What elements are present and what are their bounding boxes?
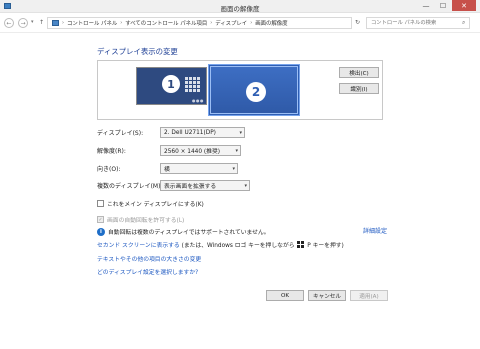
minimize-button[interactable]: —: [418, 0, 434, 11]
search-icon: ⌕: [462, 19, 466, 26]
which-settings-link[interactable]: どのディスプレイ設定を選択しますか?: [97, 267, 198, 276]
multiple-displays-label: 複数のディスプレイ(M):: [97, 183, 163, 190]
identify-button[interactable]: 識別(I): [339, 83, 379, 94]
forward-button[interactable]: →: [18, 18, 28, 28]
chevron-down-icon: ▾: [232, 166, 235, 172]
resolution-select-value: 2560 × 1440 (推奨): [164, 149, 221, 155]
breadcrumb-separator-icon: ›: [62, 20, 64, 26]
monitor-1[interactable]: 1 ●●●: [136, 67, 207, 105]
main-display-checkbox-row[interactable]: これをメイン ディスプレイにする(K): [97, 199, 204, 208]
main-display-checkbox[interactable]: [97, 200, 104, 207]
auto-rotate-checkbox-label: 画面の自動回転を許可する(L): [107, 218, 185, 224]
windows-logo-icon: [297, 241, 305, 248]
main-display-checkbox-label: これをメイン ディスプレイにする(K): [107, 202, 204, 208]
multiple-displays-select[interactable]: 表示画面を拡張する ▾: [160, 180, 250, 191]
text-size-link[interactable]: テキストやその他の項目の大きさの変更: [97, 254, 201, 263]
control-panel-icon: [52, 20, 59, 26]
orientation-select[interactable]: 横 ▾: [160, 163, 238, 174]
title-bar: 画面の解像度 — ☐ ✕: [0, 0, 480, 13]
breadcrumb-item-control-panel[interactable]: コントロール パネル: [67, 19, 117, 27]
maximize-button[interactable]: ☐: [435, 0, 451, 11]
detect-button[interactable]: 検出(C): [339, 67, 379, 78]
auto-rotate-checkbox-row: ✓ 画面の自動回転を許可する(L): [97, 215, 184, 224]
resolution-label: 解像度(R):: [97, 148, 126, 155]
advanced-settings-link[interactable]: 詳細設定: [363, 226, 387, 235]
window-title: 画面の解像度: [220, 5, 260, 13]
multiple-displays-select-value: 表示画面を拡張する: [164, 184, 217, 190]
orientation-select-value: 横: [164, 167, 170, 173]
breadcrumb-separator-icon: ›: [120, 20, 123, 26]
display-select-value: 2. Dell U2711(DP): [164, 129, 216, 136]
info-icon: i: [97, 227, 105, 236]
breadcrumb[interactable]: › コントロール パネル › すべてのコントロール パネル項目 › ディスプレイ…: [47, 17, 394, 29]
second-screen-row: セカンド スクリーンに表示する (または、Windows ロゴ キーを押しながら…: [97, 240, 344, 249]
up-arrow-icon[interactable]: ↑: [39, 19, 44, 26]
second-screen-hint-pre: (または、Windows ロゴ キーを押しながら: [181, 243, 295, 249]
cancel-button[interactable]: キャンセル: [308, 290, 346, 301]
second-screen-hint-post: P キーを押す): [307, 243, 344, 249]
second-screen-link[interactable]: セカンド スクリーンに表示する: [97, 243, 180, 249]
breadcrumb-separator-icon: ›: [210, 20, 213, 26]
auto-rotate-info-text: 自動回転は複数のディスプレイではサポートされていません。: [108, 230, 270, 236]
monitor-2[interactable]: 2: [208, 64, 300, 116]
auto-rotate-info: i 自動回転は複数のディスプレイではサポートされていません。: [97, 227, 270, 236]
breadcrumb-item-all-items[interactable]: すべてのコントロール パネル項目: [125, 19, 207, 27]
close-button[interactable]: ✕: [452, 0, 476, 11]
breadcrumb-item-display[interactable]: ディスプレイ: [215, 19, 247, 27]
refresh-icon[interactable]: ↻: [355, 19, 360, 26]
search-input[interactable]: [366, 17, 470, 29]
orientation-label: 向き(O):: [97, 166, 121, 173]
monitor-2-number: 2: [246, 82, 266, 102]
breadcrumb-item-screen-resolution[interactable]: 画面の解像度: [255, 19, 287, 27]
chevron-down-icon: ▾: [244, 183, 247, 189]
breadcrumb-separator-icon: ›: [250, 20, 253, 26]
page-title: ディスプレイ表示の変更: [97, 47, 178, 56]
monitor-2-screen: 2: [210, 66, 298, 114]
monitor-1-status-dots: ●●●: [192, 98, 204, 103]
monitor-1-number: 1: [162, 75, 180, 93]
ok-button[interactable]: OK: [266, 290, 304, 301]
monitor-1-grid-icon: [185, 77, 200, 92]
chevron-down-icon: ▾: [235, 148, 238, 154]
apply-button[interactable]: 適用(A): [350, 290, 388, 301]
display-label: ディスプレイ(S):: [97, 130, 144, 137]
chevron-down-icon: ▾: [239, 130, 242, 136]
auto-rotate-checkbox: ✓: [97, 216, 104, 223]
display-select[interactable]: 2. Dell U2711(DP) ▾: [160, 127, 245, 138]
back-button[interactable]: ←: [4, 18, 14, 28]
recent-locations-chevron-icon[interactable]: ▾: [31, 19, 34, 25]
address-bar: ← → ▾ ↑ › コントロール パネル › すべてのコントロール パネル項目 …: [0, 13, 480, 33]
resolution-select[interactable]: 2560 × 1440 (推奨) ▾: [160, 145, 241, 156]
